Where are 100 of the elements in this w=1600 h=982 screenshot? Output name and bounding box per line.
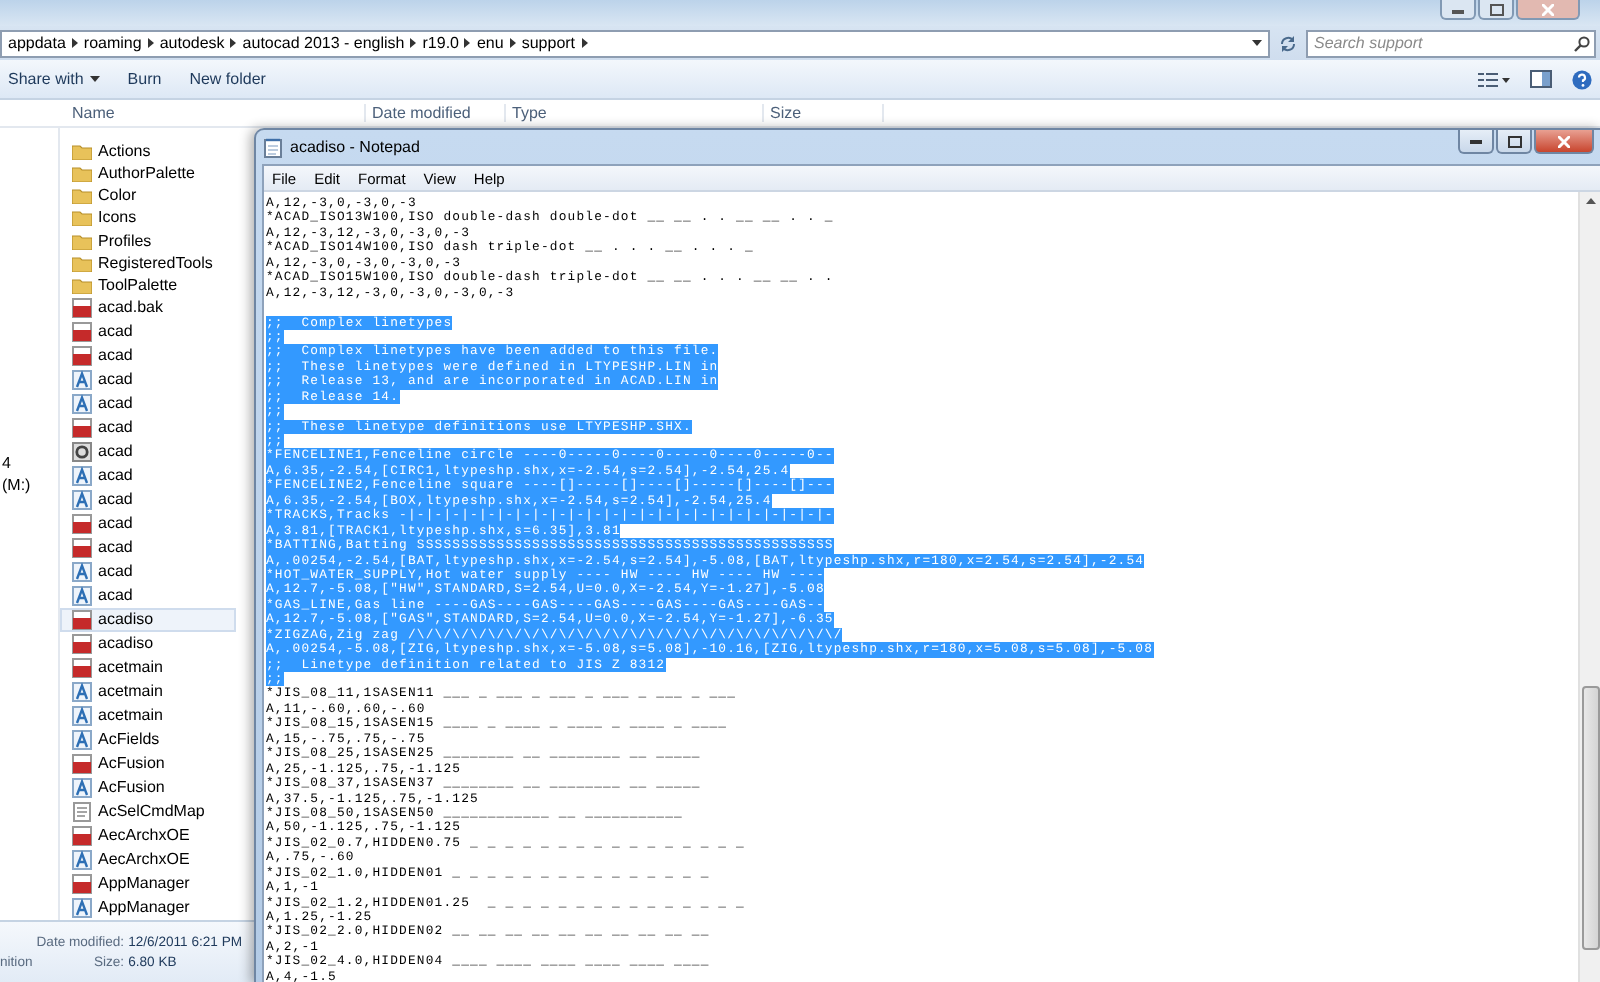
document-icon: [72, 753, 92, 774]
file-row[interactable]: AuthorPalette: [60, 162, 236, 185]
font-file-icon: [72, 585, 92, 606]
maximize-icon: [1489, 3, 1503, 15]
file-row[interactable]: acadiso: [60, 631, 236, 656]
column-header[interactable]: Date modified: [366, 104, 506, 122]
document-icon: [72, 345, 92, 366]
font-file-icon: [72, 465, 92, 486]
font-file-icon: [72, 393, 92, 414]
file-row[interactable]: acad: [60, 439, 236, 464]
file-row[interactable]: AecArchxOE: [60, 847, 236, 872]
document-icon: [72, 633, 92, 654]
document-icon: [72, 537, 92, 558]
file-row[interactable]: acad: [60, 319, 236, 344]
file-row[interactable]: Color: [60, 184, 236, 207]
minimize-button[interactable]: [1458, 130, 1494, 154]
chevron-right-icon: [509, 38, 516, 48]
scroll-up-arrow-icon[interactable]: [1586, 198, 1596, 204]
document-icon: [72, 297, 92, 318]
file-row[interactable]: ToolPalette: [60, 273, 236, 296]
file-row[interactable]: acad: [60, 535, 236, 560]
file-row[interactable]: acad: [60, 511, 236, 536]
nav-item[interactable]: 4: [2, 454, 58, 472]
file-row[interactable]: AcFusion: [60, 775, 236, 800]
toolbar-button[interactable]: New folder: [189, 66, 266, 92]
maximize-button[interactable]: [1496, 130, 1532, 154]
breadcrumb[interactable]: support: [521, 34, 576, 52]
file-row[interactable]: acad: [60, 559, 236, 584]
file-row[interactable]: acad: [60, 343, 236, 368]
file-row[interactable]: AppManager: [60, 895, 236, 920]
file-row[interactable]: Icons: [60, 206, 236, 230]
breadcrumb[interactable]: enu: [476, 34, 504, 52]
document-icon: [72, 825, 92, 846]
file-row[interactable]: AcFusion: [60, 751, 236, 776]
document-icon: [72, 417, 92, 438]
breadcrumb[interactable]: appdata: [8, 34, 66, 52]
close-icon: [1558, 135, 1570, 147]
file-row[interactable]: AcSelCmdMap: [60, 799, 236, 824]
document-icon: [72, 609, 92, 630]
font-file-icon: [72, 489, 92, 510]
maximize-icon: [1507, 135, 1521, 147]
breadcrumb[interactable]: roaming: [83, 34, 142, 52]
toolbar-button[interactable]: Burn: [127, 66, 162, 92]
minimize-icon: [1452, 5, 1464, 13]
scrollbar-thumb[interactable]: [1582, 686, 1600, 950]
document-icon: [72, 657, 92, 678]
column-header[interactable]: Type: [506, 104, 764, 122]
font-file-icon: [72, 369, 92, 390]
file-row[interactable]: AcFields: [60, 727, 236, 752]
column-header[interactable]: Name: [0, 104, 366, 122]
file-row[interactable]: acad: [60, 463, 236, 488]
nav-item[interactable]: (M:): [2, 476, 58, 494]
file-row[interactable]: acad: [60, 391, 236, 416]
window-title: acadiso - Notepad: [290, 138, 420, 156]
file-row[interactable]: AecArchxOE: [60, 823, 236, 848]
breadcrumb[interactable]: autocad 2013 - english: [242, 34, 405, 52]
minimize-button[interactable]: [1440, 0, 1476, 20]
chevron-right-icon: [71, 38, 78, 48]
font-file-icon: [72, 849, 92, 870]
breadcrumb[interactable]: autodesk: [159, 34, 225, 52]
file-row[interactable]: acetmain: [60, 655, 236, 680]
file-row[interactable]: Actions: [60, 140, 236, 163]
document-icon: [72, 873, 92, 894]
preview-pane-icon[interactable]: [1530, 70, 1552, 88]
file-row[interactable]: acad: [60, 487, 236, 512]
file-row[interactable]: Profiles: [60, 229, 236, 252]
dropdown-arrow-icon: [1252, 40, 1262, 46]
font-file-icon: [72, 729, 92, 750]
minimize-icon: [1470, 138, 1482, 144]
file-row[interactable]: acad: [60, 583, 236, 608]
toolbar-button[interactable]: Share with: [8, 66, 100, 92]
font-file-icon: [72, 777, 92, 798]
file-row[interactable]: AppManager: [60, 871, 236, 896]
font-file-icon: [72, 561, 92, 582]
file-row[interactable]: acadiso: [60, 607, 236, 632]
font-file-icon: [72, 705, 92, 726]
file-row[interactable]: acetmain: [60, 679, 236, 704]
breadcrumb[interactable]: r19.0: [422, 34, 459, 52]
font-file-icon: [72, 897, 92, 918]
refresh-icon[interactable]: [1278, 33, 1298, 53]
close-button[interactable]: [1516, 0, 1580, 20]
close-icon: [1542, 3, 1554, 15]
help-icon[interactable]: [1572, 69, 1592, 89]
file-row[interactable]: acetmain: [60, 703, 236, 728]
font-file-icon: [72, 681, 92, 702]
document-icon: [72, 513, 92, 534]
chevron-right-icon: [147, 38, 154, 48]
file-row[interactable]: acad.bak: [60, 295, 236, 320]
view-options-icon[interactable]: [1478, 71, 1510, 87]
document-icon: [72, 321, 92, 342]
file-row[interactable]: RegisteredTools: [60, 251, 236, 274]
chevron-right-icon: [410, 38, 417, 48]
address-bar[interactable]: appdata roaming autodesk autocad 2013 - english r19.0 enu support: [0, 29, 1270, 57]
chevron-right-icon: [581, 38, 588, 48]
search-field[interactable]: Search support: [1306, 29, 1596, 57]
maximize-button[interactable]: [1478, 0, 1514, 20]
column-header[interactable]: Size: [764, 104, 884, 122]
file-row[interactable]: acad: [60, 415, 236, 440]
file-row[interactable]: acad: [60, 367, 236, 392]
close-button[interactable]: [1534, 130, 1594, 154]
